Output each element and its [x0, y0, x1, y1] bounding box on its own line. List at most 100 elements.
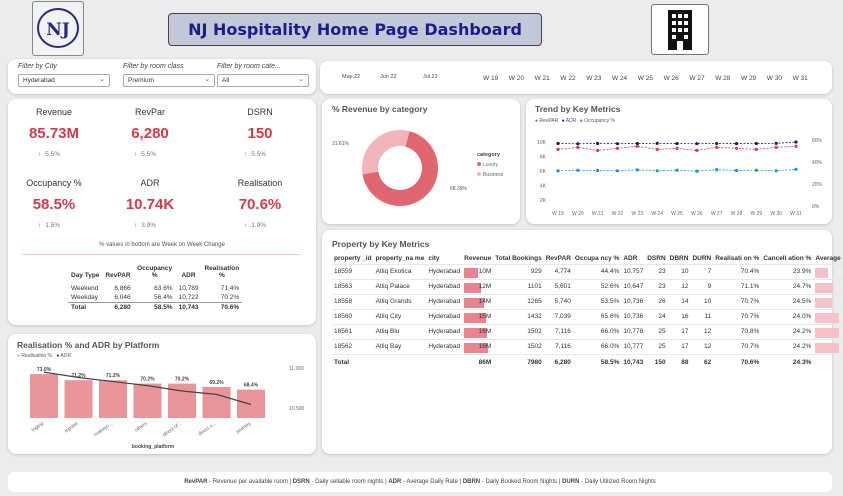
room-class-dropdown[interactable]: Premium ⌄ [123, 74, 215, 87]
week-slicer-item[interactable]: W 22 [560, 75, 575, 82]
platform-bar[interactable] [237, 389, 265, 418]
kpi-note: % values in bottom are Week on Week Chan… [99, 242, 225, 248]
series-point[interactable] [754, 141, 758, 146]
y2-tick-label: 11,000 [289, 366, 304, 372]
series-point[interactable] [734, 142, 739, 146]
week-slicer-item[interactable]: W 28 [715, 75, 730, 82]
series-point[interactable] [794, 167, 798, 171]
series-point[interactable] [635, 144, 639, 148]
series-point[interactable] [794, 144, 798, 148]
footer-definition: - Daily Utilized Room Nights [579, 479, 656, 485]
x-tick-label: W 22 [612, 211, 624, 217]
x-tick-label: others [134, 420, 149, 433]
series-point[interactable] [715, 141, 719, 146]
legend-label: Luxury [483, 162, 499, 168]
week-slicer-item[interactable]: W 31 [793, 75, 808, 82]
trend-chart: 10K 8K 6K 4K 2K 60% 40% 20% 0% W 19 W 20 W 21 W 22 W … [537, 138, 822, 217]
column-header: Realisati on % [715, 255, 760, 262]
series-point[interactable] [695, 169, 699, 173]
x-tick-label: W 19 [552, 211, 564, 217]
week-slicer-item[interactable]: W 21 [535, 75, 550, 82]
series-point[interactable] [695, 148, 699, 152]
legend-marker [477, 162, 481, 166]
month-slicer-item[interactable]: Jul 22 [423, 74, 438, 80]
bar-data-label: 68.4% [244, 383, 259, 389]
footer-definition: - Revenue per available room | [207, 479, 293, 485]
room-category-dropdown[interactable]: All ⌄ [217, 74, 309, 87]
footer-term: RevPAR [184, 479, 208, 485]
series-point[interactable] [774, 141, 778, 145]
chevron-down-icon: ⌄ [204, 76, 210, 83]
series-point[interactable] [675, 168, 679, 172]
kpi-value: 10.74K [125, 196, 175, 213]
week-slicer-item[interactable]: W 24 [612, 75, 627, 82]
series-point[interactable] [596, 148, 600, 152]
series-point[interactable] [576, 142, 580, 146]
platform-bar[interactable] [133, 383, 162, 418]
platform-bar[interactable] [202, 386, 231, 418]
slice-label: 68.39% [450, 186, 468, 192]
donut-slice-business[interactable] [362, 130, 410, 175]
x-tick-label: W 25 [671, 211, 683, 217]
series-point[interactable] [675, 146, 679, 150]
week-slicer-item[interactable]: W 27 [689, 75, 704, 82]
rating-bar [815, 282, 834, 293]
nj-logo-icon: NJ [37, 8, 79, 48]
week-slicer-item[interactable]: W 19 [483, 75, 498, 82]
series-point[interactable] [715, 168, 719, 172]
city-dropdown[interactable]: Hyderabad ⌄ [18, 74, 110, 87]
series-point[interactable] [556, 141, 560, 146]
bar-data-label: 69.2% [209, 380, 224, 386]
platform-bar[interactable] [99, 380, 127, 418]
series-point[interactable] [655, 147, 659, 151]
week-slicer-item[interactable]: W 20 [509, 75, 524, 82]
x-tick-label: W 23 [631, 211, 643, 217]
series-point[interactable] [615, 142, 620, 146]
x-tick-label: W 29 [750, 211, 762, 217]
donut-title: % Revenue by category [332, 104, 428, 114]
series-point[interactable] [655, 169, 659, 173]
series-point[interactable] [615, 146, 620, 150]
week-slicer-item[interactable]: W 25 [638, 75, 653, 82]
column-header: property _id [334, 255, 372, 262]
series-point[interactable] [794, 140, 798, 144]
month-slicer-item[interactable]: May 22 [342, 74, 360, 80]
series-point[interactable] [615, 169, 620, 173]
column-header: Cancell ation % [763, 255, 812, 262]
series-point[interactable] [715, 145, 719, 149]
series-point[interactable] [556, 169, 560, 173]
series-point[interactable] [596, 168, 600, 173]
week-slicer-item[interactable]: W 30 [767, 75, 782, 82]
week-slicer-item[interactable]: W 26 [664, 75, 679, 82]
series-point[interactable] [576, 145, 580, 149]
y-tick-label: 4K [540, 184, 547, 190]
platform-chart-title: Realisation % and ADR by Platform [17, 340, 160, 350]
series-point[interactable] [754, 147, 758, 151]
series-point[interactable] [734, 146, 739, 150]
series-point[interactable] [596, 141, 600, 146]
platform-bar[interactable] [64, 380, 93, 418]
x-tick-label: W 20 [572, 211, 584, 217]
x-tick-label: tripster [64, 421, 80, 435]
week-slicer-item[interactable]: W 29 [741, 75, 756, 82]
series-point[interactable] [675, 141, 679, 146]
footer-term: ADR [388, 479, 402, 485]
series-point[interactable] [695, 142, 699, 146]
series-point[interactable] [635, 168, 639, 172]
kpi-value: 150 [247, 125, 273, 142]
series-point[interactable] [655, 141, 659, 145]
series-point[interactable] [774, 145, 778, 149]
series-point[interactable] [635, 141, 639, 146]
series-point[interactable] [774, 169, 778, 173]
room-class-filter: Filter by room class Premium ⌄ [123, 63, 215, 87]
platform-bar[interactable] [30, 374, 58, 418]
month-slicer-item[interactable]: Jun 22 [380, 74, 397, 80]
series-point[interactable] [556, 147, 560, 151]
week-slicer-item[interactable]: W 23 [586, 75, 601, 82]
arrow-up-icon: ↑ [38, 151, 42, 158]
series-point[interactable] [576, 168, 580, 172]
platform-bar[interactable] [168, 383, 196, 418]
series-point[interactable] [734, 168, 739, 173]
series-point[interactable] [754, 168, 758, 172]
table-row: 18562 Atliq Bay Hyderabad 16M 1502 7,116… [332, 338, 843, 355]
